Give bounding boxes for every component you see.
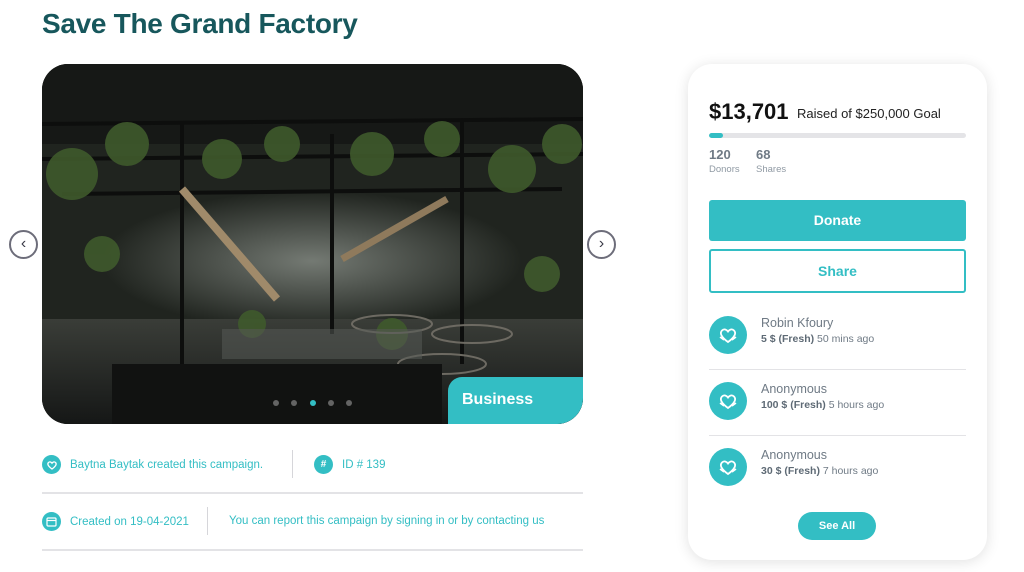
creator-info: Baytna Baytak created this campaign. xyxy=(42,455,263,474)
category-badge: Business xyxy=(448,377,583,424)
hash-icon: # xyxy=(314,455,333,474)
donation-item: Anonymous 30 $ (Fresh) 7 hours ago xyxy=(709,436,966,502)
slide-dot[interactable] xyxy=(327,400,334,406)
donation-detail: 5 $ (Fresh) 50 mins ago xyxy=(761,333,874,345)
share-button[interactable]: Share xyxy=(709,249,966,293)
campaign-id-text: ID # 139 xyxy=(342,458,386,471)
divider xyxy=(207,507,208,535)
goal-text: Raised of $250,000 Goal xyxy=(797,106,941,121)
report-campaign-link[interactable]: You can report this campaign by signing … xyxy=(229,515,544,527)
created-date: Created on 19-04-2021 xyxy=(42,512,189,531)
donors-label: Donors xyxy=(709,164,740,175)
slide-dot[interactable] xyxy=(291,400,298,406)
chevron-right-icon: › xyxy=(598,235,605,252)
donation-time: 50 mins ago xyxy=(817,333,875,345)
heart-hands-icon xyxy=(709,382,747,420)
funding-progress-bar xyxy=(709,133,966,138)
page-title: Save The Grand Factory xyxy=(42,8,358,39)
campaign-id: # ID # 139 xyxy=(314,455,385,474)
slide-dot[interactable] xyxy=(272,400,279,406)
donation-amount: 30 $ (Fresh) xyxy=(761,465,820,477)
donate-button[interactable]: Donate xyxy=(709,200,966,241)
donation-card: $13,701 Raised of $250,000 Goal 120 Dono… xyxy=(688,64,987,560)
report-campaign: You can report this campaign by signing … xyxy=(229,515,544,527)
donation-item: Anonymous 100 $ (Fresh) 5 hours ago xyxy=(709,370,966,436)
shares-count: 68 xyxy=(756,147,771,162)
campaign-image-gallery[interactable]: Business xyxy=(42,64,583,424)
raised-amount: $13,701 xyxy=(709,99,789,124)
donation-time: 5 hours ago xyxy=(828,399,885,411)
shares-label: Shares xyxy=(756,164,787,175)
heart-hands-icon xyxy=(709,316,747,354)
donation-detail: 30 $ (Fresh) 7 hours ago xyxy=(761,465,878,477)
heart-hands-icon xyxy=(42,455,61,474)
donor-name: Anonymous xyxy=(761,382,828,396)
funding-progress-fill xyxy=(709,133,724,138)
creator-text[interactable]: Baytna Baytak created this campaign. xyxy=(70,459,263,471)
campaign-photo xyxy=(42,64,583,424)
donors-count: 120 xyxy=(709,147,731,162)
slide-dot[interactable] xyxy=(346,400,353,406)
previous-slide-button[interactable]: ‹ xyxy=(9,230,38,259)
donor-name: Anonymous xyxy=(761,448,828,462)
donation-amount: 100 $ (Fresh) xyxy=(761,399,826,411)
donation-item: Robin Kfoury 5 $ (Fresh) 50 mins ago xyxy=(709,304,966,370)
next-slide-button[interactable]: › xyxy=(587,230,616,259)
shares-stat: 68 Shares xyxy=(756,147,786,175)
calendar-icon xyxy=(42,512,61,531)
donation-amount: 5 $ (Fresh) xyxy=(761,333,815,345)
heart-hands-icon xyxy=(709,448,747,486)
donation-time: 7 hours ago xyxy=(822,465,879,477)
donor-name: Robin Kfoury xyxy=(761,316,834,330)
chevron-left-icon: ‹ xyxy=(20,235,27,252)
slide-dot-active[interactable] xyxy=(309,400,316,406)
divider xyxy=(292,450,293,478)
donation-detail: 100 $ (Fresh) 5 hours ago xyxy=(761,399,884,411)
see-all-button[interactable]: See All xyxy=(798,512,876,540)
campaign-meta-row-2: Created on 19-04-2021 You can report thi… xyxy=(42,503,583,551)
donors-stat: 120 Donors xyxy=(709,147,740,175)
created-date-text: Created on 19-04-2021 xyxy=(70,515,189,528)
campaign-meta-row-1: Baytna Baytak created this campaign. # I… xyxy=(42,446,583,494)
